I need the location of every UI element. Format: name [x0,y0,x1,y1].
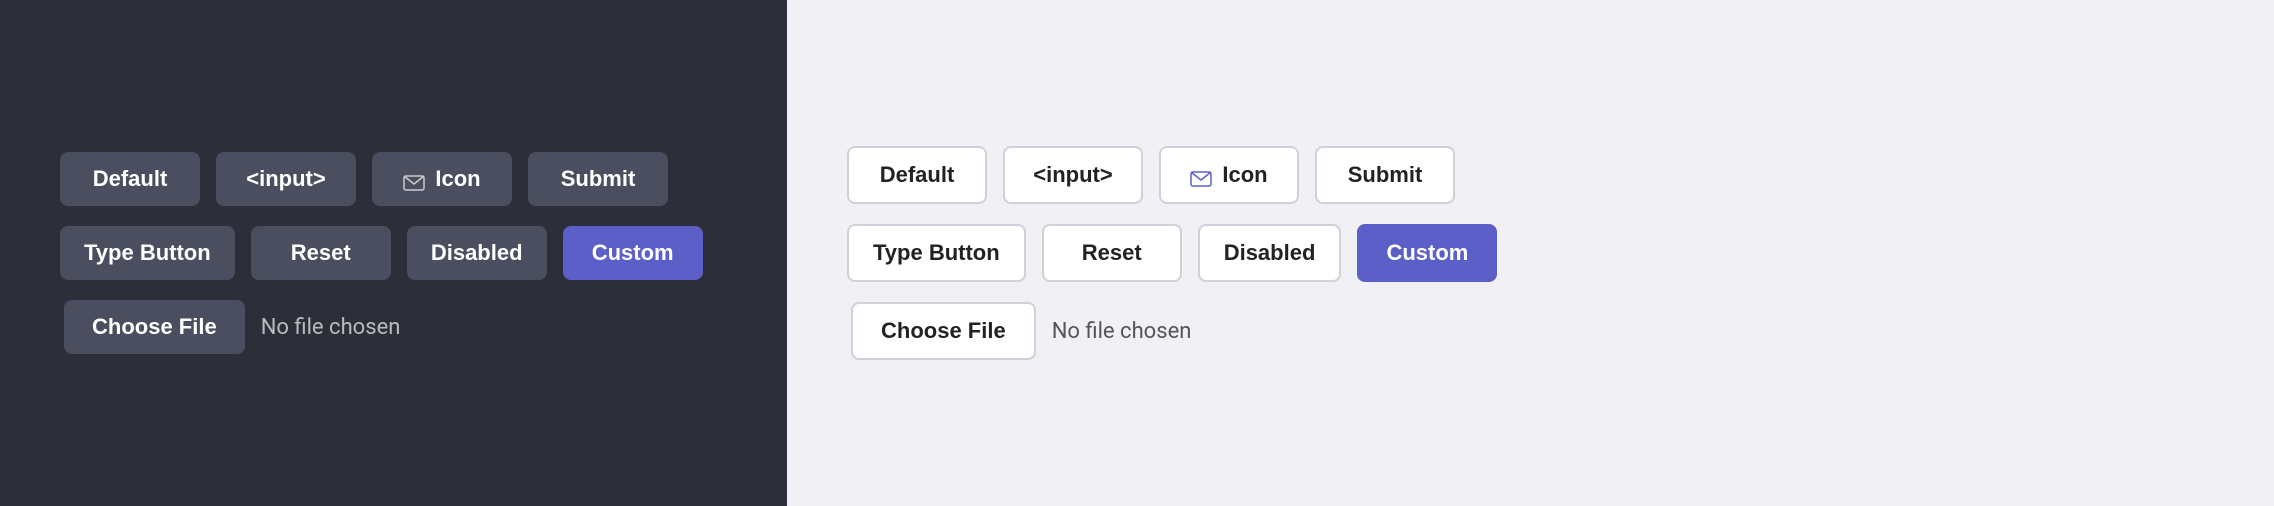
light-type-button[interactable]: Type Button [847,224,1026,282]
light-disabled-button[interactable]: Disabled [1198,224,1342,282]
dark-disabled-button[interactable]: Disabled [407,226,547,280]
dark-input-button[interactable]: <input> [216,152,356,206]
dark-no-file-label: No file chosen [261,315,401,340]
dark-file-row: Choose File No file chosen [60,300,727,354]
light-icon-button[interactable]: Icon [1159,146,1299,204]
light-choose-file-button[interactable]: Choose File [851,302,1036,360]
light-input-button[interactable]: <input> [1003,146,1143,204]
dark-default-button[interactable]: Default [60,152,200,206]
light-reset-button[interactable]: Reset [1042,224,1182,282]
dark-custom-button[interactable]: Custom [563,226,703,280]
envelope-icon [1190,167,1212,183]
dark-row-1: Default <input> Icon Submit [60,152,727,206]
dark-reset-button[interactable]: Reset [251,226,391,280]
dark-row-2: Type Button Reset Disabled Custom [60,226,727,280]
dark-icon-button[interactable]: Icon [372,152,512,206]
light-no-file-label: No file chosen [1052,319,1192,344]
light-default-button[interactable]: Default [847,146,987,204]
dark-choose-file-button[interactable]: Choose File [64,300,245,354]
light-row-2: Type Button Reset Disabled Custom [847,224,2214,282]
light-file-row: Choose File No file chosen [847,302,2214,360]
dark-panel: Default <input> Icon Submit Type Button … [0,0,787,506]
light-custom-button[interactable]: Custom [1357,224,1497,282]
envelope-icon [403,171,425,187]
dark-submit-button[interactable]: Submit [528,152,668,206]
light-panel: Default <input> Icon Submit Type Button … [787,0,2274,506]
light-row-1: Default <input> Icon Submit [847,146,2214,204]
dark-type-button[interactable]: Type Button [60,226,235,280]
light-submit-button[interactable]: Submit [1315,146,1455,204]
